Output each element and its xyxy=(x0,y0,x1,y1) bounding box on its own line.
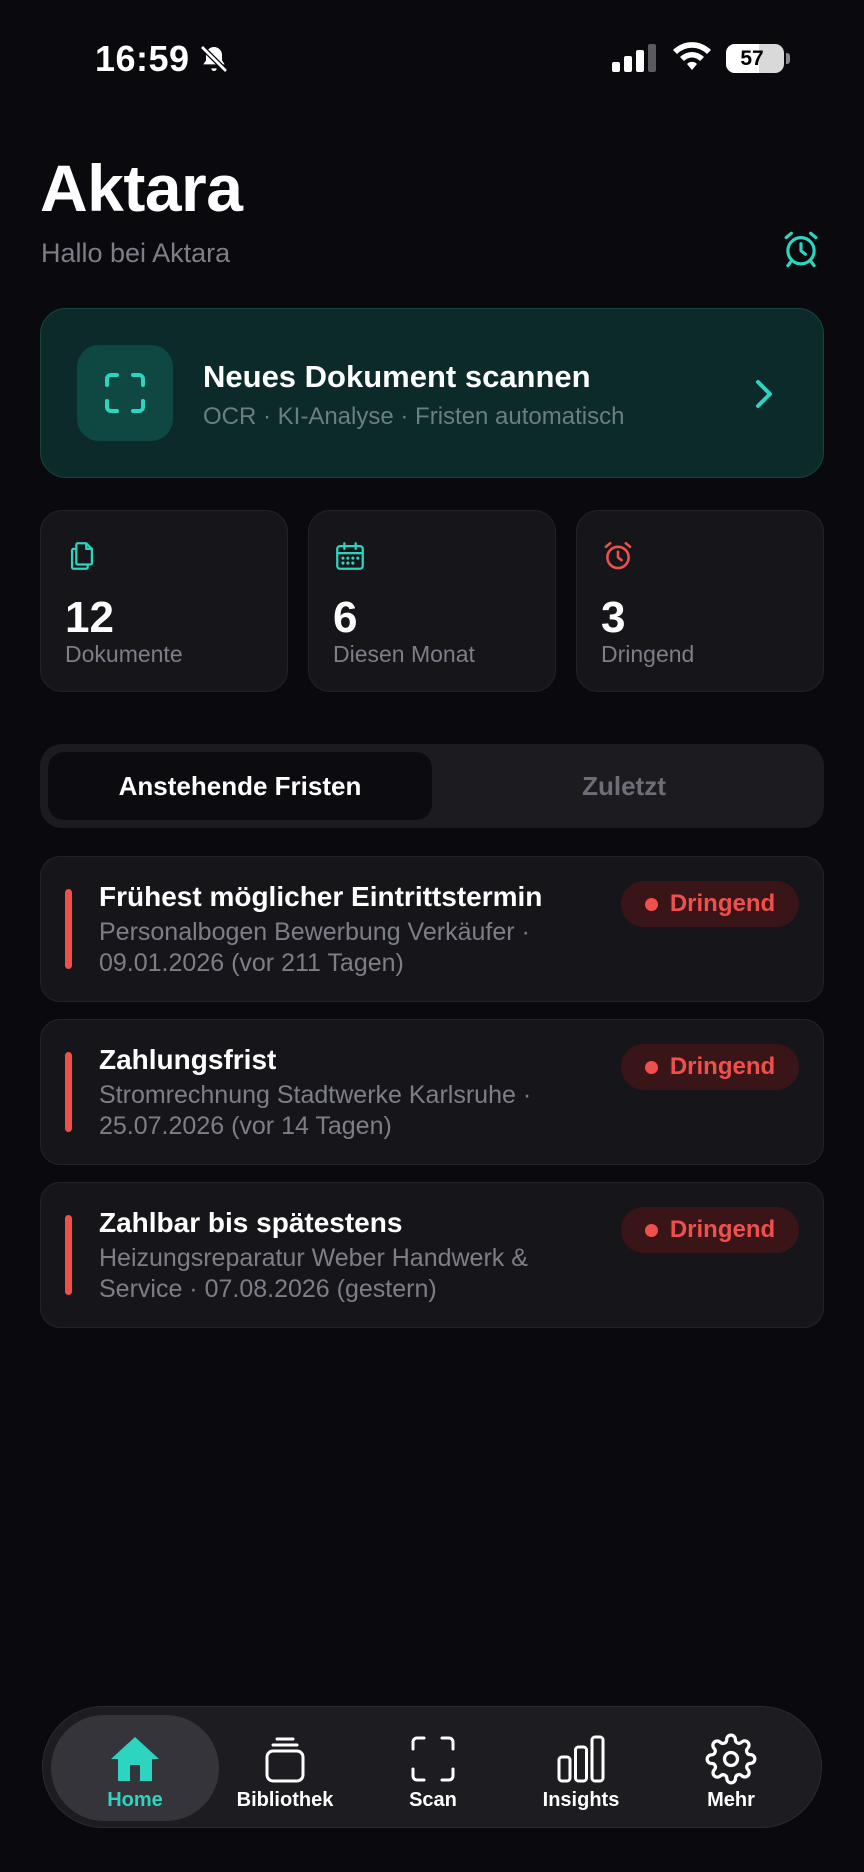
scan-frame-icon xyxy=(105,373,145,413)
badge-dot xyxy=(644,1223,658,1237)
tab-scan[interactable]: Scan xyxy=(349,1715,517,1821)
signal-icon xyxy=(612,44,656,72)
deadline-title: Zahlungsfrist xyxy=(99,1044,277,1075)
page-subtitle: Hallo bei Aktara xyxy=(41,238,231,268)
tab-more[interactable]: Mehr xyxy=(647,1715,815,1821)
stat-label: Diesen Monat xyxy=(333,641,475,667)
chevron-right-icon xyxy=(756,380,772,408)
gear-icon xyxy=(705,1733,757,1785)
deadline-title: Frühest möglicher Eintrittstermin xyxy=(99,881,543,912)
deadline-title: Zahlbar bis spätestens xyxy=(99,1207,403,1238)
scan-icon xyxy=(411,1736,455,1782)
deadlines-segmented-control: Anstehende Fristen Zuletzt xyxy=(40,744,824,828)
scan-card-title: Neues Dokument scannen xyxy=(203,359,591,394)
alarm-icon xyxy=(604,541,632,570)
urgent-badge: Dringend xyxy=(621,881,799,927)
tab-label: Insights xyxy=(542,1789,620,1811)
insights-icon xyxy=(557,1735,605,1783)
stat-value: 3 xyxy=(601,593,626,642)
tab-insights[interactable]: Insights xyxy=(497,1715,665,1821)
badge-dot xyxy=(644,897,658,911)
tab-label: Home xyxy=(107,1789,163,1811)
stat-card-urgent[interactable]: 3 Dringend xyxy=(576,510,824,692)
deadline-item[interactable]: Frühest möglicher Eintrittstermin Person… xyxy=(40,856,824,1002)
urgent-badge: Dringend xyxy=(621,1207,799,1253)
badge-label: Dringend xyxy=(669,1216,776,1243)
deadline-item[interactable]: Zahlbar bis spätestens Heizungsreparatur… xyxy=(40,1182,824,1328)
urgency-bar xyxy=(65,1215,72,1295)
scan-card-icon-box xyxy=(77,345,173,441)
bell-muted-icon xyxy=(200,45,228,73)
bottom-tab-bar: Home Bibliothek Scan Insights Mehr xyxy=(42,1706,822,1828)
calendar-icon xyxy=(336,542,364,570)
tab-label: Mehr xyxy=(707,1789,755,1811)
stat-value: 12 xyxy=(65,593,114,642)
deadline-item[interactable]: Zahlungsfrist Stromrechnung Stadtwerke K… xyxy=(40,1019,824,1165)
library-icon xyxy=(265,1737,305,1783)
battery-cap xyxy=(786,53,790,64)
status-time: 16:59 xyxy=(95,38,190,79)
stat-card-month[interactable]: 6 Diesen Monat xyxy=(308,510,556,692)
deadline-description: Stromrechnung Stadtwerke Karlsruhe · 25.… xyxy=(99,1081,532,1140)
segment-upcoming-deadlines[interactable]: Anstehende Fristen xyxy=(48,752,432,820)
status-bar: 16:59 57 xyxy=(0,0,864,118)
badge-label: Dringend xyxy=(669,1053,776,1080)
home-icon xyxy=(111,1737,159,1781)
documents-icon xyxy=(70,542,94,570)
wifi-icon xyxy=(673,42,711,70)
tab-label: Bibliothek xyxy=(236,1789,334,1811)
scan-card-subtitle: OCR · KI-Analyse · Fristen automatisch xyxy=(203,403,625,430)
stat-label: Dringend xyxy=(601,641,695,667)
urgency-bar xyxy=(65,889,72,969)
scan-document-card[interactable]: Neues Dokument scannen OCR · KI-Analyse … xyxy=(40,308,824,478)
segment-recent[interactable]: Zuletzt xyxy=(432,752,816,820)
tab-library[interactable]: Bibliothek xyxy=(201,1715,369,1821)
badge-dot xyxy=(644,1060,658,1074)
urgency-bar xyxy=(65,1052,72,1132)
stat-card-documents[interactable]: 12 Dokumente xyxy=(40,510,288,692)
tab-home[interactable]: Home xyxy=(51,1715,219,1821)
stat-label: Dokumente xyxy=(65,641,183,667)
deadline-description: Heizungsreparatur Weber Handwerk & Servi… xyxy=(99,1244,528,1303)
alarm-icon[interactable] xyxy=(780,228,822,270)
deadline-description: Personalbogen Bewerbung Verkäufer · 09.0… xyxy=(99,918,530,977)
badge-label: Dringend xyxy=(669,890,776,917)
urgent-badge: Dringend xyxy=(621,1044,799,1090)
stat-value: 6 xyxy=(333,593,358,642)
tab-label: Scan xyxy=(409,1789,457,1811)
page-title: Aktara xyxy=(40,151,243,225)
battery-level: 57 xyxy=(740,46,764,70)
battery-indicator: 57 xyxy=(726,44,784,73)
